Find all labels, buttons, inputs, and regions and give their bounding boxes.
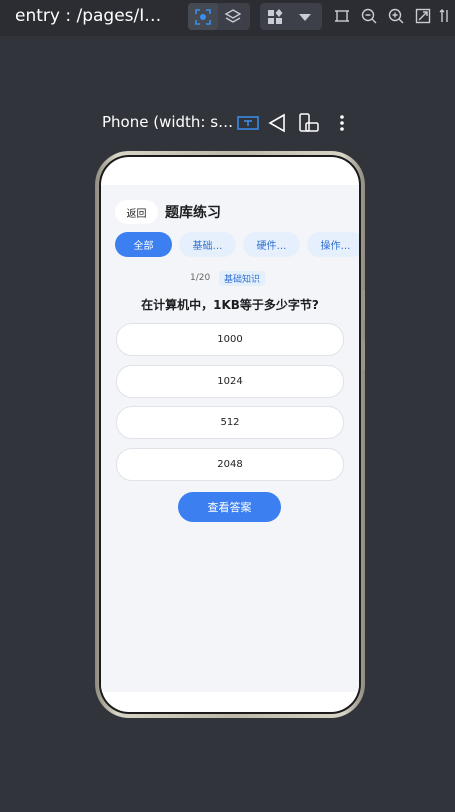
category-tabs: 全部 基础… 硬件… 操作… (115, 232, 359, 258)
more-options-icon[interactable] (329, 111, 355, 135)
entry-title: entry : /pages/I… (15, 6, 162, 26)
show-answer-button[interactable]: 查看答案 (178, 492, 281, 522)
components-icon[interactable] (260, 3, 290, 30)
chevron-down-icon[interactable] (290, 3, 320, 30)
crop-icon[interactable] (331, 5, 353, 27)
question-category-badge: 基础知识 (219, 271, 266, 286)
rotate-device-icon[interactable] (296, 111, 322, 135)
category-tab-basics[interactable]: 基础… (179, 232, 236, 257)
zoom-out-icon[interactable] (358, 5, 380, 27)
more-toolbar-icon[interactable] (438, 5, 452, 27)
phone-screen: 返回 题库练习 全部 基础… 硬件… 操作… 1/20 基础知识 在计算机中，1… (101, 157, 359, 712)
text-mode-icon[interactable] (235, 111, 261, 135)
layers-icon[interactable] (218, 3, 248, 30)
question-progress: 1/20 (190, 273, 211, 283)
category-tab-hardware[interactable]: 硬件… (243, 232, 300, 257)
option-button[interactable]: 2048 (116, 448, 344, 481)
power-button (362, 340, 365, 370)
app-page: 返回 题库练习 全部 基础… 硬件… 操作… 1/20 基础知识 在计算机中，1… (101, 185, 359, 692)
option-button[interactable]: 512 (116, 406, 344, 439)
components-group (260, 3, 322, 30)
inspector-icon[interactable] (188, 3, 218, 30)
preview-header: Phone (width: s… (100, 110, 360, 136)
volume-button (362, 290, 365, 320)
option-button[interactable]: 1024 (116, 365, 344, 398)
back-triangle-icon[interactable] (264, 111, 290, 135)
device-selector[interactable]: Phone (width: s… (102, 113, 233, 131)
fit-screen-icon[interactable] (412, 5, 434, 27)
page-title: 题库练习 (165, 205, 221, 221)
category-tab-all[interactable]: 全部 (115, 232, 172, 257)
category-tab-os[interactable]: 操作… (307, 232, 359, 257)
zoom-in-icon[interactable] (385, 5, 407, 27)
question-text: 在计算机中，1KB等于多少字节? (141, 298, 319, 312)
back-button[interactable]: 返回 (115, 200, 158, 224)
view-mode-group (188, 3, 250, 30)
option-button[interactable]: 1000 (116, 323, 344, 356)
ide-toolbar: entry : /pages/I… (0, 0, 455, 36)
